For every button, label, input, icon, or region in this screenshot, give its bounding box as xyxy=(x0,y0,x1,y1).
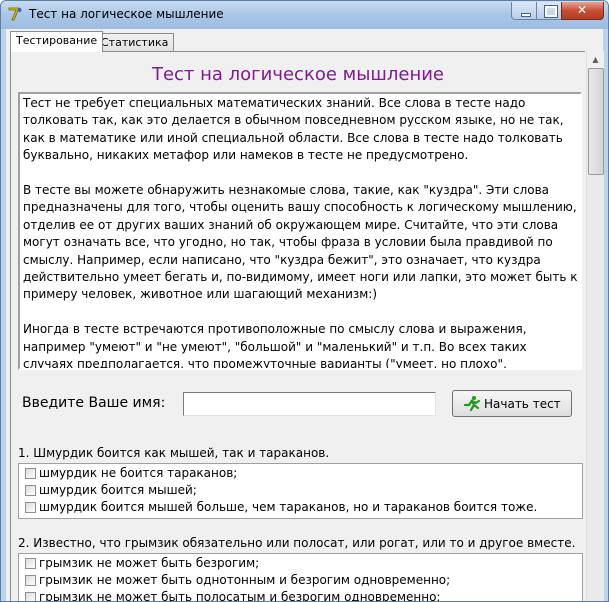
option-label: грымзик не может быть безрогим; xyxy=(39,556,260,570)
option-label: шмурдик боится мышей; xyxy=(39,483,197,497)
tab-statistics[interactable]: Статистика xyxy=(95,33,175,51)
maximize-button[interactable] xyxy=(536,2,562,20)
intro-paragraph: Тест не требует специальных математическ… xyxy=(23,96,564,163)
close-button[interactable] xyxy=(561,2,604,20)
scroll-up-arrow-icon[interactable]: ▲ xyxy=(587,51,604,68)
option-label: грымзик не может быть полосатым и безрог… xyxy=(39,590,441,602)
checkbox[interactable] xyxy=(25,558,36,569)
checkbox[interactable] xyxy=(25,592,36,601)
checkbox[interactable] xyxy=(25,502,36,513)
question-options: шмурдик не боится тараканов; шмурдик бои… xyxy=(18,463,583,519)
question-text: 2. Известно, что грымзик обязательно или… xyxy=(18,536,576,550)
checkbox[interactable] xyxy=(25,468,36,479)
option-checkbox[interactable]: грымзик не может быть безрогим; xyxy=(19,555,582,572)
question-options: грымзик не может быть безрогим; грымзик … xyxy=(18,553,583,602)
window-title: Тест на логическое мышление xyxy=(29,7,224,21)
start-test-label: Начать тест xyxy=(484,397,561,411)
app-window: Тест на логическое мышление Тестирование… xyxy=(0,0,609,602)
testing-tab-page: Тест на логическое мышление Тест не треб… xyxy=(10,51,585,602)
name-input[interactable] xyxy=(183,392,436,416)
title-bar[interactable]: Тест на логическое мышление xyxy=(1,1,608,29)
option-checkbox[interactable]: грымзик не может быть однотонным и безро… xyxy=(19,572,582,589)
app-icon xyxy=(7,6,23,22)
option-label: шмурдик боится мышей больше, чем таракан… xyxy=(39,500,538,514)
tab-testing[interactable]: Тестирование xyxy=(10,31,104,52)
name-label: Введите Ваше имя: xyxy=(22,395,166,411)
checkbox[interactable] xyxy=(25,575,36,586)
checkbox[interactable] xyxy=(25,485,36,496)
option-checkbox[interactable]: шмурдик боится мышей; xyxy=(19,482,582,499)
running-man-icon xyxy=(463,395,481,413)
scroll-thumb[interactable] xyxy=(588,68,604,175)
option-checkbox[interactable]: грымзик не может быть полосатым и безрог… xyxy=(19,589,582,602)
client-area: Тестирование Статистика Тест на логическ… xyxy=(6,29,604,602)
start-test-button[interactable]: Начать тест xyxy=(452,390,572,417)
option-label: шмурдик не боится тараканов; xyxy=(39,466,238,480)
option-checkbox[interactable]: шмурдик не боится тараканов; xyxy=(19,465,582,482)
minimize-button[interactable] xyxy=(511,2,537,20)
instructions-textbox[interactable]: Тест не требует специальных математическ… xyxy=(18,92,582,370)
page-title: Тест на логическое мышление xyxy=(151,64,445,85)
intro-paragraph: В тесте вы можете обнаружить незнакомые … xyxy=(23,183,578,302)
option-checkbox[interactable]: шмурдик боится мышей больше, чем таракан… xyxy=(19,499,582,516)
question-text: 1. Шмурдик боится как мышей, так и тарак… xyxy=(18,446,330,460)
option-label: грымзик не может быть однотонным и безро… xyxy=(39,573,451,587)
vertical-scrollbar[interactable]: ▲ xyxy=(586,51,604,601)
intro-paragraph: Иногда в тесте встречаются противоположн… xyxy=(23,322,527,370)
